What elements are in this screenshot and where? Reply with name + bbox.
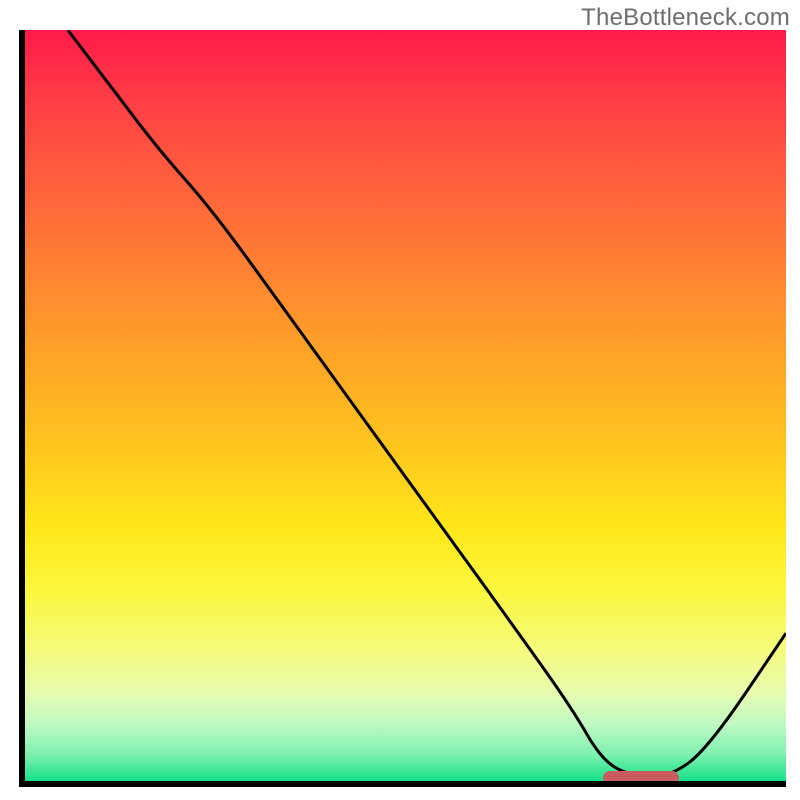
axes (0, 0, 800, 800)
